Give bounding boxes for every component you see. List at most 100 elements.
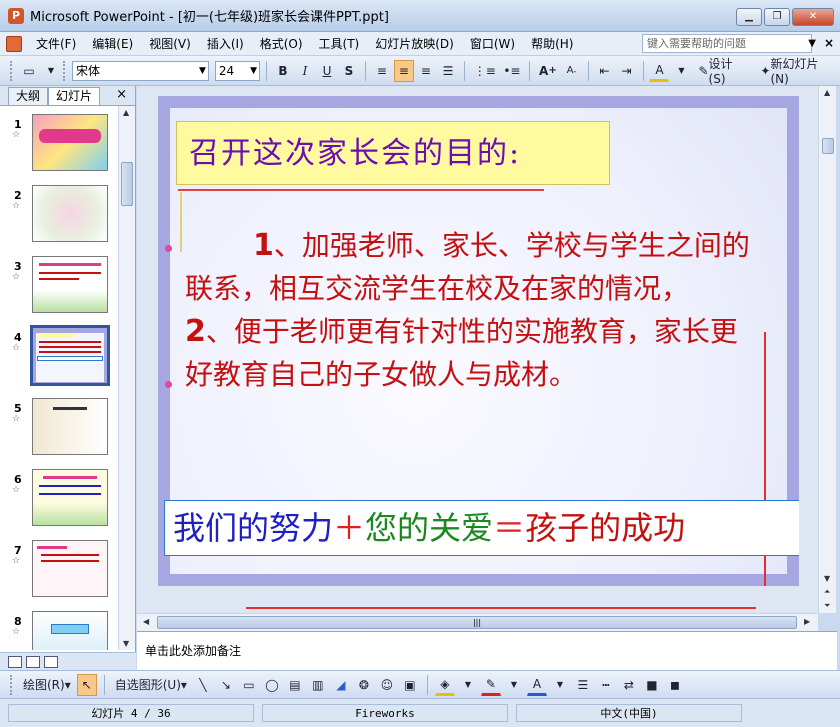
toolbar-grip[interactable] xyxy=(10,674,13,695)
decrease-indent-icon[interactable]: ⇤ xyxy=(595,60,615,82)
picture-icon[interactable]: ▣ xyxy=(400,674,420,696)
bullets-icon[interactable]: •≡ xyxy=(501,60,524,82)
chevron-down-icon[interactable]: ▼ xyxy=(550,674,570,696)
increase-indent-icon[interactable]: ⇥ xyxy=(617,60,637,82)
vertical-textbox-icon[interactable]: ▥ xyxy=(308,674,328,696)
chevron-down-icon[interactable]: ▼ xyxy=(504,674,524,696)
diagram-icon[interactable]: ❂ xyxy=(354,674,374,696)
line-icon[interactable]: ╲ xyxy=(193,674,213,696)
thumbnail-scrollbar[interactable]: ▲ ▼ xyxy=(118,106,135,650)
autoshapes-button[interactable]: 自选图形(U) ▾ xyxy=(112,674,190,696)
arrow-icon[interactable]: ↘ xyxy=(216,674,236,696)
thumbnail-8[interactable]: 8 ☆ xyxy=(0,603,118,650)
slide-title[interactable]: 召开这次家长会的目的: xyxy=(176,121,610,185)
textbox-icon[interactable]: ▤ xyxy=(285,674,305,696)
thumbnail-image[interactable] xyxy=(32,256,108,313)
menu-insert[interactable]: 插入(I) xyxy=(199,32,252,56)
thumbnail-2[interactable]: 2 ☆ xyxy=(0,177,118,248)
thumbnail-3[interactable]: 3 ☆ xyxy=(0,248,118,319)
menu-tools[interactable]: 工具(T) xyxy=(311,32,368,56)
scroll-down-icon[interactable]: ▼ xyxy=(824,574,830,583)
toolbar-grip[interactable] xyxy=(10,60,13,81)
restore-button[interactable]: ❐ xyxy=(764,8,790,26)
slide-horizontal-scrollbar[interactable]: ◀ ||| ▶ xyxy=(137,613,818,631)
wordart-icon[interactable]: ◢ xyxy=(331,674,351,696)
close-icon[interactable]: × xyxy=(116,87,127,102)
bold-button[interactable]: B xyxy=(273,60,293,82)
thumbnail-image[interactable] xyxy=(32,185,108,242)
menu-format[interactable]: 格式(O) xyxy=(252,32,311,56)
current-slide[interactable]: 召开这次家长会的目的: 1、加强老师、家长、学校与学生之间的联系，相互交流学生在… xyxy=(158,96,799,586)
align-right-icon[interactable]: ≡ xyxy=(416,60,436,82)
clipart-icon[interactable]: ☺ xyxy=(377,674,397,696)
normal-view-icon[interactable] xyxy=(8,655,22,668)
scroll-thumb[interactable] xyxy=(121,162,133,206)
menu-slideshow[interactable]: 幻灯片放映(D) xyxy=(367,32,462,56)
next-slide-icon[interactable]: ⏷ xyxy=(824,601,830,611)
toolbar-grip[interactable] xyxy=(62,60,66,81)
rectangle-icon[interactable]: ▭ xyxy=(239,674,259,696)
tab-slides[interactable]: 幻灯片 xyxy=(48,87,101,105)
scroll-down-icon[interactable]: ▼ xyxy=(123,639,129,648)
minimize-button[interactable]: ▁ xyxy=(736,8,762,26)
align-left-icon[interactable]: ≡ xyxy=(372,60,392,82)
chevron-down-icon[interactable]: ▼ xyxy=(671,60,691,82)
increase-font-button[interactable]: A + xyxy=(536,60,559,82)
thumbnail-image[interactable] xyxy=(32,611,108,650)
scroll-left-icon[interactable]: ◀ xyxy=(143,617,149,626)
document-close-icon[interactable]: × xyxy=(824,36,834,50)
new-slide-button[interactable]: ✦ 新幻灯片(N) xyxy=(755,57,840,86)
help-search-input[interactable]: 键入需要帮助的问题 xyxy=(642,34,812,53)
previous-slide-icon[interactable]: ⏶ xyxy=(824,587,830,597)
underline-button[interactable]: U xyxy=(317,60,337,82)
numbering-icon[interactable]: ⋮≡ xyxy=(471,60,499,82)
3d-style-icon[interactable]: ◼ xyxy=(665,674,685,696)
fill-color-icon[interactable]: ◈ xyxy=(434,674,455,696)
thumbnail-4-selected[interactable]: 4 ☆ xyxy=(0,319,118,390)
slide-vertical-scrollbar[interactable]: ▲ ▼ ⏶ ⏷ xyxy=(818,86,836,613)
slideshow-view-icon[interactable] xyxy=(44,655,58,668)
shadow-style-icon[interactable]: ■ xyxy=(642,674,662,696)
thumbnail-image[interactable] xyxy=(32,540,108,597)
font-color-button[interactable]: A xyxy=(649,60,670,82)
thumbnail-image[interactable] xyxy=(30,325,110,386)
scroll-up-icon[interactable]: ▲ xyxy=(824,88,830,97)
oval-icon[interactable]: ◯ xyxy=(262,674,282,696)
scroll-right-icon[interactable]: ▶ xyxy=(804,617,810,626)
arrow-style-icon[interactable]: ⇄ xyxy=(619,674,639,696)
new-slide-doc-icon[interactable]: ▭ xyxy=(19,60,39,82)
slide-body-text[interactable]: 1、加强老师、家长、学校与学生之间的联系，相互交流学生在校及在家的情况， 2、便… xyxy=(185,224,765,396)
menu-window[interactable]: 窗口(W) xyxy=(462,32,523,56)
shadow-button[interactable]: S xyxy=(339,60,359,82)
menu-edit[interactable]: 编辑(E) xyxy=(84,32,141,56)
slogan-box[interactable]: 我们的努力＋您的关爱＝孩子的成功 xyxy=(164,500,799,556)
thumbnail-5[interactable]: 5 ☆ xyxy=(0,390,118,461)
menu-help[interactable]: 帮助(H) xyxy=(523,32,581,56)
align-center-icon[interactable]: ≡ xyxy=(393,59,414,82)
thumbnail-image[interactable] xyxy=(32,398,108,455)
select-pointer-icon[interactable]: ↖ xyxy=(76,673,97,696)
dash-style-icon[interactable]: ┅ xyxy=(596,674,616,696)
line-color-icon[interactable]: ✎ xyxy=(480,674,501,696)
scroll-thumb[interactable]: ||| xyxy=(157,616,797,629)
scroll-thumb[interactable] xyxy=(822,138,834,154)
decrease-font-button[interactable]: A- xyxy=(562,60,582,82)
justify-icon[interactable]: ☰ xyxy=(438,60,458,82)
document-icon[interactable] xyxy=(6,35,22,52)
thumbnail-1[interactable]: 1 ☆ xyxy=(0,106,118,177)
close-button[interactable]: ✕ xyxy=(792,8,834,26)
menu-file[interactable]: 文件(F) xyxy=(28,32,84,56)
notes-pane[interactable]: 单击此处添加备注 xyxy=(137,631,837,670)
font-name-select[interactable]: 宋体 ▼ xyxy=(71,60,209,81)
chevron-down-icon[interactable]: ▼ xyxy=(458,674,478,696)
italic-button[interactable]: I xyxy=(295,60,315,82)
menu-view[interactable]: 视图(V) xyxy=(141,32,199,56)
chevron-down-icon[interactable]: ▼ xyxy=(41,60,61,82)
chevron-down-icon[interactable]: ▼ xyxy=(808,34,816,53)
scroll-up-icon[interactable]: ▲ xyxy=(123,108,129,117)
font-color-icon[interactable]: A xyxy=(526,674,547,696)
thumbnail-image[interactable] xyxy=(32,114,108,171)
thumbnail-6[interactable]: 6 ☆ xyxy=(0,461,118,532)
design-button[interactable]: ✎ 设计(S) xyxy=(693,57,753,86)
draw-menu-button[interactable]: 绘图(R) ▾ xyxy=(20,674,74,696)
